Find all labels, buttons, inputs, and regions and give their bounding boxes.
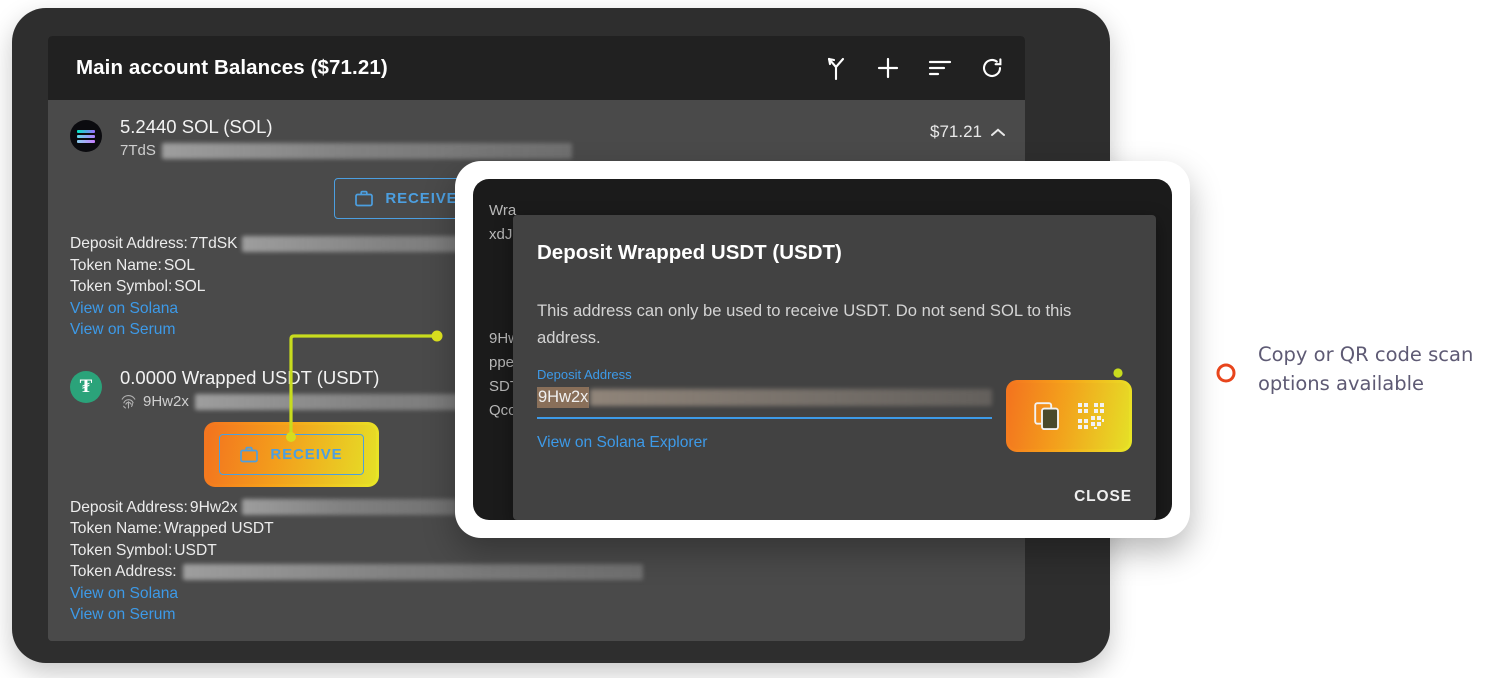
detail-token-address: Token Address: [70, 561, 1025, 583]
chevron-up-icon[interactable] [991, 127, 1005, 137]
detail-value: 7TdSK [189, 235, 238, 252]
highlight-box-actions [1006, 380, 1132, 452]
highlight-box-receive: RECEIVE [204, 422, 378, 487]
qr-code-icon[interactable] [1078, 403, 1104, 429]
copy-icon[interactable] [1034, 402, 1060, 430]
token-value: $71.21 [930, 122, 1005, 142]
dialog-title: Deposit Wrapped USDT (USDT) [537, 241, 842, 264]
token-amount: 5.2440 SOL (SOL) [120, 116, 273, 137]
detail-value: USDT [174, 541, 217, 559]
link-view-on-solana[interactable]: View on Solana [70, 583, 1025, 605]
address-prefix: 9Hw2x [143, 392, 189, 410]
receive-label: RECEIVE [385, 190, 458, 207]
tether-coin-icon: ₮ [70, 370, 102, 403]
add-icon[interactable] [875, 55, 901, 81]
deposit-modal-backdrop: Wra xdJ 9Hw ppe SDT Qcc Deposit Wrapped … [473, 179, 1172, 520]
table-row[interactable]: 5.2440 SOL (SOL) 7TdS $71.21 [48, 100, 1025, 162]
receive-button-usdt[interactable]: RECEIVE [219, 433, 364, 475]
token-address: 7TdS [120, 140, 930, 162]
page-title: Main account Balances ($71.21) [76, 56, 388, 79]
dialog-action-icons [1021, 392, 1117, 440]
solana-coin-icon [70, 120, 102, 152]
detail-label: Deposit Address: [70, 498, 188, 516]
sort-icon[interactable] [927, 55, 953, 81]
refresh-icon[interactable] [979, 55, 1005, 81]
call-merge-icon[interactable] [823, 55, 849, 81]
deposit-address-row: 9Hw2x View on Solana Explorer [537, 386, 1132, 452]
detail-label: Token Address: [70, 563, 177, 580]
row-content: 5.2440 SOL (SOL) 7TdS [102, 114, 930, 162]
annotation-label: Copy or QR code scan options available [1258, 343, 1474, 395]
dialog-body-text: This address can only be used to receive… [537, 301, 1072, 347]
detail-value: 9Hw2x [189, 498, 238, 516]
deposit-address-input[interactable]: 9Hw2x View on Solana Explorer [537, 386, 992, 452]
deposit-dialog: Deposit Wrapped USDT (USDT) This address… [513, 215, 1156, 520]
close-button[interactable]: CLOSE [1074, 488, 1132, 506]
briefcase-icon [240, 446, 259, 462]
address-redacted [590, 388, 992, 406]
detail-value: Wrapped USDT [163, 520, 274, 537]
input-underline [537, 417, 992, 419]
detail-label: Token Symbol: [70, 541, 173, 559]
app-header: Main account Balances ($71.21) [48, 36, 1025, 100]
receive-label: RECEIVE [270, 445, 343, 463]
detail-label: Token Name: [70, 256, 162, 274]
deposit-modal-frame: Wra xdJ 9Hw ppe SDT Qcc Deposit Wrapped … [455, 161, 1190, 538]
fingerprint-icon [121, 395, 136, 409]
address-prefix: 7TdS [120, 142, 156, 159]
detail-value: SOL [163, 256, 196, 274]
address-redacted [161, 143, 572, 159]
deposit-address-value: 9Hw2x [537, 386, 992, 408]
detail-value: SOL [174, 278, 206, 295]
detail-token-symbol: Token Symbol: USDT [70, 540, 1025, 562]
detail-label: Deposit Address: [70, 235, 188, 252]
detail-label: Token Symbol: [70, 278, 173, 295]
header-actions [823, 55, 1005, 81]
value-amount: $71.21 [930, 122, 982, 141]
screenshot-stage: Main account Balances ($71.21) 5.2440 SO… [0, 0, 1500, 678]
detail-redacted [241, 499, 457, 516]
address-prefix: 9Hw2x [537, 386, 590, 408]
detail-label: Token Name: [70, 520, 162, 537]
link-view-on-serum[interactable]: View on Serum [70, 604, 1025, 626]
detail-redacted [182, 563, 643, 580]
briefcase-icon [355, 190, 374, 207]
link-view-on-solana-explorer[interactable]: View on Solana Explorer [537, 434, 707, 452]
